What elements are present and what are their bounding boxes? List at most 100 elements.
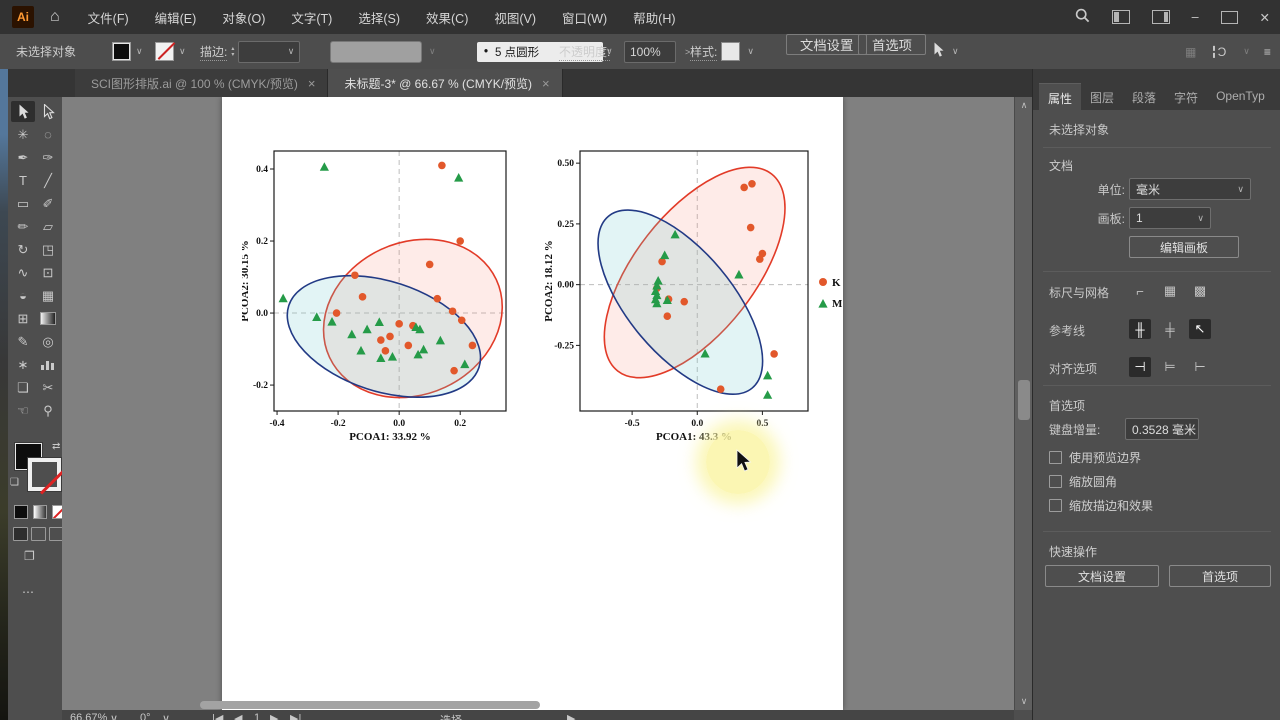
lasso-tool-icon[interactable]: ◌ [36, 124, 60, 145]
eyedropper-tool-icon[interactable]: ✎ [11, 331, 35, 352]
horizontal-scrollbar-thumb[interactable] [200, 701, 540, 709]
panel-tab-字符[interactable]: 字符 [1165, 83, 1207, 114]
grid-icon[interactable]: ▦ [1159, 281, 1181, 301]
checkbox-unchecked[interactable] [1049, 475, 1062, 488]
document-setup-button[interactable]: 文档设置 [786, 34, 867, 55]
rectangle-tool-icon[interactable]: ▭ [11, 193, 35, 214]
vertical-scrollbar-thumb[interactable] [1018, 380, 1030, 420]
type-tool-icon[interactable]: T [11, 170, 35, 191]
default-fill-stroke-icon[interactable]: ❏ [10, 477, 19, 488]
draw-behind-icon[interactable] [31, 527, 46, 541]
vertical-scrollbar[interactable]: ∧ ∨ [1014, 97, 1033, 710]
paintbrush-tool-icon[interactable]: ✐ [36, 193, 60, 214]
status-item[interactable]: ▶ [567, 712, 575, 720]
menu-item[interactable]: 选择(S) [358, 8, 400, 27]
mesh-tool-icon[interactable]: ⊞ [11, 308, 35, 329]
edit-toolbar-ellipsis-icon[interactable]: ⋯ [22, 585, 35, 599]
perspective-grid-tool-icon[interactable]: ▦ [36, 285, 60, 306]
hamburger-menu-icon[interactable]: ≡ [1264, 45, 1271, 59]
draw-normal-icon[interactable] [13, 527, 28, 541]
stroke-stepper[interactable]: ▴▾ [231, 46, 234, 58]
arrange-documents-icon[interactable] [1152, 10, 1170, 24]
menu-item[interactable]: 编辑(E) [155, 8, 197, 27]
shaper-tool-icon[interactable]: ✏ [11, 216, 35, 237]
menu-item[interactable]: 对象(O) [222, 8, 265, 27]
stroke-weight-label[interactable]: 描边: [200, 43, 227, 61]
chevron-down-icon[interactable]: ∨ [136, 46, 143, 57]
chevron-down-icon[interactable]: ∨ [179, 46, 186, 57]
quick-document-setup-button[interactable]: 文档设置 [1045, 565, 1159, 587]
brush-definition-select[interactable] [330, 41, 422, 63]
status-item[interactable]: 1 [254, 712, 260, 720]
stroke-color-swatch[interactable] [155, 42, 174, 61]
status-item[interactable]: |◀ [212, 712, 223, 720]
document-tab[interactable]: 未标题-3* @ 66.67 % (CMYK/预览)× [328, 69, 562, 97]
checkbox-row[interactable]: 使用预览边界 [1049, 449, 1141, 466]
symbol-sprayer-tool-icon[interactable]: ∗ [11, 354, 35, 375]
snap-glyph-icon[interactable]: ⊢ [1189, 357, 1211, 377]
artboard-select[interactable]: 1∨ [1129, 207, 1211, 229]
checkbox-unchecked[interactable] [1049, 451, 1062, 464]
close-button[interactable]: ✕ [1260, 10, 1270, 25]
status-item[interactable]: 0° [140, 712, 151, 720]
gradient-button[interactable] [33, 505, 47, 519]
menu-item[interactable]: 效果(C) [426, 8, 468, 27]
hand-tool-icon[interactable]: ☜ [11, 400, 35, 421]
preferences-button[interactable]: 首选项 [858, 34, 926, 55]
menu-item[interactable]: 帮助(H) [633, 8, 675, 27]
home-icon[interactable]: ⌂ [50, 8, 60, 26]
width-tool-icon[interactable]: ∿ [11, 262, 35, 283]
ruler-icon[interactable]: ⌐ [1129, 281, 1151, 301]
show-guides-icon[interactable]: ╫ [1129, 319, 1151, 339]
status-item[interactable]: ◀ [234, 712, 242, 720]
minimize-button[interactable]: – [1192, 10, 1199, 24]
magic-wand-tool-icon[interactable]: ✳ [11, 124, 35, 145]
gradient-tool-icon[interactable] [36, 308, 60, 329]
pcoa-plot-right[interactable]: -0.50.00.5-0.250.000.250.50PCOA1: 43.3 %… [536, 131, 842, 461]
fill-color-swatch[interactable] [112, 42, 131, 61]
units-select[interactable]: 毫米∨ [1129, 178, 1251, 200]
workspace-switcher-icon[interactable] [1112, 10, 1130, 24]
artboard[interactable]: -0.4-0.20.00.2-0.20.00.20.4PCOA1: 33.92 … [222, 97, 843, 710]
selection-tool-indicator-icon[interactable] [932, 42, 945, 61]
style-swatch[interactable] [721, 42, 740, 61]
scale-tool-icon[interactable]: ◳ [36, 239, 60, 260]
edit-artboards-button[interactable]: 编辑画板 [1129, 236, 1239, 258]
checkbox-unchecked[interactable] [1049, 499, 1062, 512]
checkbox-row[interactable]: 缩放圆角 [1049, 473, 1117, 490]
keyboard-increment-value[interactable]: 0.3528 毫米 [1125, 418, 1199, 440]
zoom-tool-icon[interactable]: ⚲ [36, 400, 60, 421]
curvature-tool-icon[interactable]: ✑ [36, 147, 60, 168]
panel-tab-属性[interactable]: 属性 [1039, 83, 1081, 114]
close-tab-icon[interactable]: × [308, 76, 316, 91]
swap-fill-stroke-icon[interactable]: ⇄ [52, 441, 60, 452]
maximize-button[interactable] [1221, 11, 1238, 24]
status-item[interactable]: ∨ [110, 712, 118, 720]
status-item[interactable]: ▶| [290, 712, 301, 720]
shape-builder-tool-icon[interactable]: ◒ [11, 285, 35, 306]
snap-grid-icon[interactable]: ⊨ [1159, 357, 1181, 377]
status-item[interactable]: ∨ [162, 712, 170, 720]
pen-tool-icon[interactable]: ✒ [11, 147, 35, 168]
style-label[interactable]: 样式: [690, 43, 717, 61]
column-graph-tool-icon[interactable] [36, 354, 60, 375]
eraser-tool-icon[interactable]: ▱ [36, 216, 60, 237]
scroll-down-icon[interactable]: ∨ [1015, 696, 1033, 707]
search-icon[interactable] [1075, 8, 1090, 26]
status-item[interactable]: ▶ [270, 712, 278, 720]
panel-tab-图层[interactable]: 图层 [1081, 83, 1123, 114]
menu-item[interactable]: 文字(T) [291, 8, 332, 27]
quick-preferences-button[interactable]: 首选项 [1169, 565, 1271, 587]
opacity-value[interactable]: 100% [624, 41, 676, 63]
menu-item[interactable]: 视图(V) [494, 8, 536, 27]
screen-mode-icon[interactable]: ❐ [24, 549, 35, 563]
menu-item[interactable]: 窗口(W) [562, 8, 607, 27]
artboard-tool-icon[interactable]: ❏ [11, 377, 35, 398]
align-panel-icon[interactable]: ╏Ɔ [1210, 45, 1226, 59]
free-transform-tool-icon[interactable]: ⊡ [36, 262, 60, 283]
smart-guides-icon[interactable]: ↖ [1189, 319, 1211, 339]
blend-tool-icon[interactable]: ◎ [36, 331, 60, 352]
snap-point-icon[interactable]: ⊣ [1129, 357, 1151, 377]
color-button[interactable] [14, 505, 28, 519]
slice-tool-icon[interactable]: ✂ [36, 377, 60, 398]
